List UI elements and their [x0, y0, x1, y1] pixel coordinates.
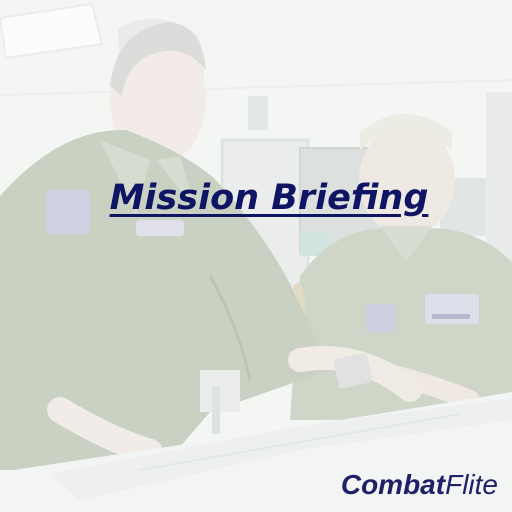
combatflite-logo: CombatFlite [341, 468, 498, 502]
briefing-slide: Mission Briefing CombatFlite [0, 0, 512, 512]
logo-word-bold: Combat [340, 469, 446, 500]
slide-title: Mission Briefing [109, 178, 429, 218]
pilots-briefing-photo [0, 0, 512, 512]
logo-word-light: Flite [445, 469, 498, 500]
